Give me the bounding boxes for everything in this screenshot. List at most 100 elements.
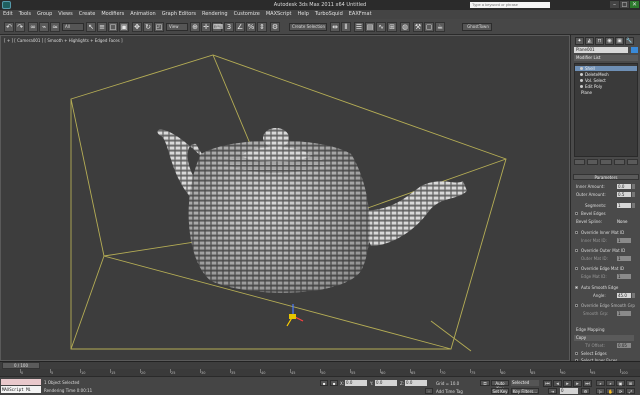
override-inner-checkbox[interactable] (575, 231, 578, 234)
window-crossing-button[interactable]: ▣ (119, 22, 129, 32)
align-button[interactable]: ⫴ (341, 22, 351, 32)
pan-icon[interactable]: ✋ (606, 388, 615, 394)
tab-motion[interactable]: ◉ (605, 37, 614, 45)
inner-mat-id-spinner[interactable]: 1 (617, 238, 631, 243)
y-coord-field[interactable]: 0.0 (375, 380, 397, 386)
rotate-button[interactable]: ↻ (143, 22, 153, 32)
maximize-viewport-icon[interactable]: ⤢ (626, 388, 635, 394)
search-input[interactable] (470, 2, 550, 8)
menu-rendering[interactable]: Rendering (199, 10, 231, 19)
menu-edit[interactable]: Edit (0, 10, 16, 19)
time-slider-handle[interactable]: 0 / 100 (2, 362, 40, 369)
outer-mat-id-spinner[interactable]: 1 (617, 256, 631, 261)
override-outer-checkbox[interactable] (575, 249, 578, 252)
remove-modifier-icon[interactable] (613, 159, 625, 165)
app-logo-icon[interactable] (2, 1, 11, 9)
bevel-edges-checkbox[interactable] (575, 212, 578, 215)
smooth-grp-spinner[interactable]: 1 (617, 311, 631, 316)
menu-tools[interactable]: Tools (16, 10, 34, 19)
teapot-mesh[interactable] (157, 128, 467, 293)
x-coord-field[interactable]: 0.0 (345, 380, 367, 386)
track-bar[interactable]: 0 5 10 15 20 25 30 35 40 45 50 55 60 65 70 75 80 85 90 95 10… (0, 369, 640, 376)
keyboard-shortcut-button[interactable]: ⌨ (212, 22, 223, 32)
bulb-icon[interactable] (580, 85, 583, 88)
perspective-viewport[interactable]: [ + ] [ Camera001 ] [ Smooth + Highlight… (0, 35, 570, 361)
curve-editor-button[interactable]: ∿ (376, 22, 386, 32)
angle-spinner[interactable]: 45.0 (617, 293, 631, 298)
schematic-view-button[interactable]: ⊞ (387, 22, 397, 32)
undo-button[interactable]: ↶ (4, 22, 14, 32)
object-name-field[interactable]: Plane001 (574, 47, 628, 53)
ghost-town-button[interactable]: GhostTown (462, 23, 492, 31)
menu-customize[interactable]: Customize (231, 10, 263, 19)
maxscript-listener-top[interactable] (1, 379, 41, 385)
maximize-button[interactable]: □ (620, 1, 629, 8)
field-of-view-icon[interactable]: ▷ (596, 388, 605, 394)
menu-help[interactable]: Help (295, 10, 312, 19)
close-button[interactable]: ✕ (630, 1, 639, 8)
selection-filter-dropdown[interactable]: All (62, 23, 84, 31)
make-unique-icon[interactable] (600, 159, 612, 165)
link-button[interactable]: ∞ (28, 22, 38, 32)
modifier-list-dropdown[interactable]: Modifier List (574, 55, 638, 61)
menu-modifiers[interactable]: Modifiers (98, 10, 127, 19)
menu-graph-editors[interactable]: Graph Editors (159, 10, 199, 19)
tab-create[interactable]: ✦ (575, 37, 584, 45)
named-selection-dropdown[interactable]: Create Selection S (289, 23, 327, 31)
show-end-result-icon[interactable] (587, 159, 599, 165)
orbit-icon[interactable]: ⟳ (616, 388, 625, 394)
edge-mat-id-spinner[interactable]: 1 (617, 274, 631, 279)
select-edges-checkbox[interactable] (575, 352, 578, 355)
time-slider-track[interactable]: 0 / 100 (0, 361, 640, 369)
edit-named-selections-button[interactable]: ⚙ (270, 22, 280, 32)
menu-maxscript[interactable]: MAXScript (263, 10, 295, 19)
layer-manager-button[interactable]: ☰ (354, 22, 364, 32)
menu-views[interactable]: Views (55, 10, 75, 19)
tv-offset-spinner[interactable]: 0.05 (617, 343, 631, 348)
lock-selection-icon[interactable]: ▪ (320, 380, 328, 386)
menu-group[interactable]: Group (34, 10, 55, 19)
unlink-button[interactable]: ⌁ (39, 22, 49, 32)
play-button[interactable]: ▸ (563, 380, 572, 387)
tab-hierarchy[interactable]: ⊓ (595, 37, 604, 45)
segments-spinner[interactable]: 1 (617, 203, 631, 208)
bulb-icon[interactable] (580, 73, 583, 76)
override-edge-smooth-checkbox[interactable] (575, 304, 578, 307)
region-select-button[interactable]: □ (108, 22, 118, 32)
pivot-center-button[interactable]: ⊕ (190, 22, 200, 32)
set-key-button[interactable]: Set Key (491, 388, 509, 394)
bind-space-warp-button[interactable]: ≈ (50, 22, 60, 32)
stack-item-deletemesh[interactable]: DeleteMesh (585, 72, 609, 77)
redo-button[interactable]: ↷ (15, 22, 25, 32)
auto-smooth-checkbox[interactable] (575, 286, 578, 289)
next-frame-button[interactable]: ▸ (573, 380, 582, 387)
snap-toggle-button[interactable]: 3 (224, 22, 234, 32)
z-coord-field[interactable]: 0.0 (405, 380, 427, 386)
go-to-end-button[interactable]: ⏭ (583, 380, 592, 387)
spinner-arrows-icon[interactable] (632, 293, 635, 298)
configure-sets-icon[interactable] (626, 159, 639, 165)
spinner-arrows-icon[interactable] (632, 184, 635, 189)
previous-frame-button[interactable]: ◂ (553, 380, 562, 387)
spinner-arrows-icon[interactable] (632, 203, 635, 208)
stack-item-vol-select[interactable]: Vol. Select (585, 78, 606, 83)
absolute-mode-icon[interactable]: ▪ (330, 380, 338, 386)
render-setup-button[interactable]: ⚒ (413, 22, 423, 32)
object-color-swatch[interactable] (631, 47, 638, 53)
zoom-icon[interactable]: ⌕ (596, 380, 605, 386)
parameters-rollout-header[interactable]: Parameters (573, 174, 639, 180)
select-object-button[interactable]: ↖ (86, 22, 96, 32)
time-tag-icon[interactable]: ◦ (425, 388, 433, 394)
bevel-spline-button[interactable]: None (617, 219, 627, 224)
zoom-all-icon[interactable]: ⌕ (606, 380, 615, 386)
stack-item-plane[interactable]: Plane (581, 90, 592, 95)
auto-key-button[interactable]: Auto Key (491, 380, 509, 391)
angle-snap-button[interactable]: ∠ (235, 22, 245, 32)
key-icon[interactable]: ⚿ (480, 380, 490, 386)
go-to-start-button[interactable]: ⏮ (543, 380, 552, 387)
scale-button[interactable]: ◰ (154, 22, 164, 32)
menu-animation[interactable]: Animation (127, 10, 159, 19)
current-frame-field[interactable]: 0 (560, 388, 578, 394)
minimize-button[interactable]: – (610, 1, 619, 8)
key-mode-toggle-icon[interactable]: ⇥ (548, 388, 557, 394)
